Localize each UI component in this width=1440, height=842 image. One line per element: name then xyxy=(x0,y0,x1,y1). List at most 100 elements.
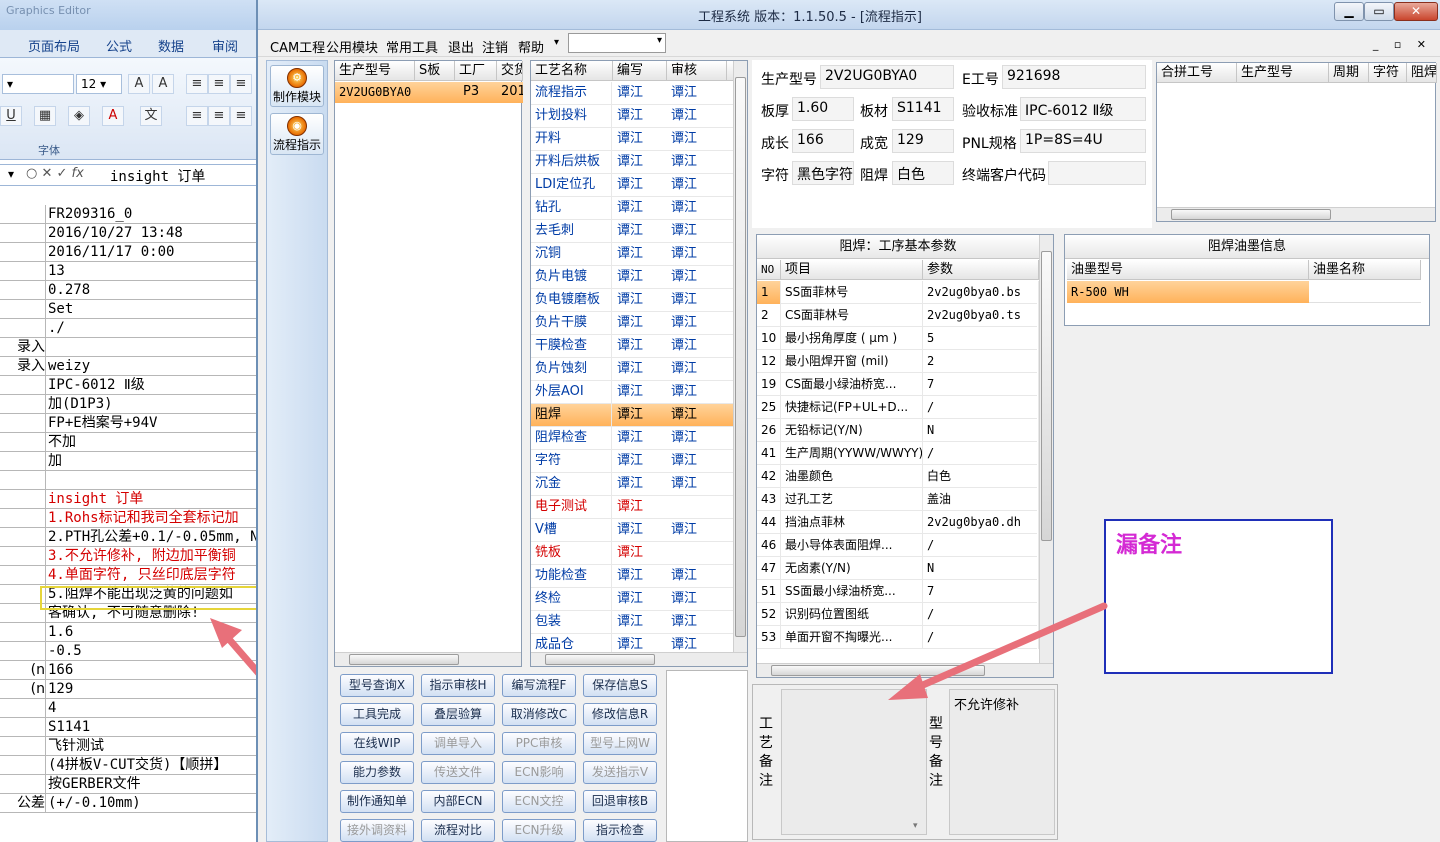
col-item[interactable]: 项目 xyxy=(781,260,923,280)
col-merge-cycle[interactable]: 周期 xyxy=(1329,63,1369,83)
process-row[interactable]: 包装 谭江 谭江 xyxy=(531,611,735,634)
param-row[interactable]: 2 CS面菲林号 2v2ug0bya0.ts xyxy=(757,304,1039,327)
align-left-icon[interactable]: ≡ xyxy=(186,74,208,94)
process-vscroll[interactable] xyxy=(733,61,747,653)
excel-tab-layout[interactable]: 页面布局 xyxy=(28,36,80,55)
len-field[interactable]: 166 xyxy=(792,129,854,153)
param-row[interactable]: 42 油墨颜色 白色 xyxy=(757,465,1039,488)
excel-cell-a[interactable] xyxy=(0,718,46,737)
col-merge-no[interactable]: 合拼工号 xyxy=(1157,63,1237,83)
excel-cell-a[interactable] xyxy=(0,414,46,433)
excel-cell-a[interactable] xyxy=(0,490,46,509)
action-button-2-3[interactable]: 型号上网W xyxy=(583,732,657,755)
excel-cell-a[interactable] xyxy=(0,547,46,566)
action-button-4-1[interactable]: 内部ECN xyxy=(421,790,495,813)
excel-cell-a[interactable] xyxy=(0,756,46,775)
excel-cell-b[interactable]: 2016/10/27 13:48 xyxy=(48,224,260,243)
name-box-dropdown-icon[interactable]: ▾ xyxy=(8,167,14,181)
action-button-1-2[interactable]: 取消修改C xyxy=(502,703,576,726)
process-row[interactable]: 钻孔 谭江 谭江 xyxy=(531,197,735,220)
excel-cell-a[interactable] xyxy=(0,566,46,585)
action-button-4-2[interactable]: ECN文控 xyxy=(502,790,576,813)
excel-cell-a[interactable]: 录入 xyxy=(0,338,46,357)
action-button-3-2[interactable]: ECN影响 xyxy=(502,761,576,784)
excel-cell-a[interactable] xyxy=(0,775,46,794)
col-s-board[interactable]: S板 xyxy=(415,61,455,81)
scroll-thumb[interactable] xyxy=(349,654,459,665)
process-row[interactable]: 外层AOI 谭江 谭江 xyxy=(531,381,735,404)
col-delivery[interactable]: 交货 xyxy=(497,61,523,81)
order-row[interactable]: 2V2UG0BYA0 P3 2016 xyxy=(335,82,523,103)
excel-cell-b[interactable] xyxy=(48,338,260,357)
close-button[interactable]: ✕ xyxy=(1394,2,1438,21)
col-writer[interactable]: 编写 xyxy=(613,61,667,81)
excel-cell-b[interactable]: 3.不允许修补, 附边加平衡铜 xyxy=(48,547,260,566)
menu-help[interactable]: 帮助 xyxy=(518,37,544,56)
menu-tools[interactable]: 常用工具 xyxy=(386,37,438,56)
col-merge-model[interactable]: 生产型号 xyxy=(1237,63,1329,83)
process-row[interactable]: 阻焊检查 谭江 谭江 xyxy=(531,427,735,450)
col-reviewer[interactable]: 审核 xyxy=(667,61,727,81)
process-row[interactable]: 终检 谭江 谭江 xyxy=(531,588,735,611)
excel-cell-b[interactable]: 4.单面字符, 只丝印底层字符 xyxy=(48,566,260,585)
mdi-controls[interactable]: _ ▫ ✕ xyxy=(1373,38,1432,51)
cust-field[interactable] xyxy=(1048,161,1146,185)
excel-cell-b[interactable]: 不加 xyxy=(48,433,260,452)
excel-cell-b[interactable]: FR209316_0 xyxy=(48,205,260,224)
scroll-thumb[interactable] xyxy=(1171,209,1331,220)
excel-cell-a[interactable] xyxy=(0,433,46,452)
excel-cell-b[interactable]: 飞针测试 xyxy=(48,737,260,756)
param-row[interactable]: 46 最小导体表面阻焊... / xyxy=(757,534,1039,557)
process-row[interactable]: 功能检查 谭江 谭江 xyxy=(531,565,735,588)
excel-cell-a[interactable] xyxy=(0,509,46,528)
process-row[interactable]: 负电镀磨板 谭江 谭江 xyxy=(531,289,735,312)
action-button-2-1[interactable]: 调单导入 xyxy=(421,732,495,755)
menu-more-icon[interactable]: ▾ xyxy=(554,37,559,48)
excel-cell-a[interactable]: n) xyxy=(0,661,46,680)
action-button-1-1[interactable]: 叠层验算 xyxy=(421,703,495,726)
process-row[interactable]: 字符 谭江 谭江 xyxy=(531,450,735,473)
maximize-button[interactable]: ▭ xyxy=(1364,2,1394,21)
param-row[interactable]: 10 最小拐角厚度 ( μm ) 5 xyxy=(757,327,1039,350)
excel-cell-a[interactable] xyxy=(0,395,46,414)
scroll-thumb[interactable] xyxy=(735,77,746,637)
excel-cell-b[interactable]: 13 xyxy=(48,262,260,281)
action-button-5-2[interactable]: ECN升级 xyxy=(502,819,576,842)
process-row[interactable]: 干膜检查 谭江 谭江 xyxy=(531,335,735,358)
action-button-0-3[interactable]: 保存信息S xyxy=(583,674,657,697)
excel-cell-a[interactable] xyxy=(0,642,46,661)
action-button-1-3[interactable]: 修改信息R xyxy=(583,703,657,726)
action-button-2-2[interactable]: PPC审核 xyxy=(502,732,576,755)
excel-cell-a[interactable] xyxy=(0,376,46,395)
excel-cell-a[interactable] xyxy=(0,243,46,262)
process-row[interactable]: 成品仓 谭江 谭江 xyxy=(531,634,735,652)
col-no[interactable]: NO xyxy=(757,260,781,280)
param-row[interactable]: 26 无铅标记(Y/N) N xyxy=(757,419,1039,442)
shrink-font-icon[interactable]: A xyxy=(152,74,174,94)
menu-cam[interactable]: CAM工程 xyxy=(270,37,325,56)
menu-combo[interactable]: ▾ xyxy=(568,33,666,53)
action-button-3-1[interactable]: 传送文件 xyxy=(421,761,495,784)
process-row[interactable]: 电子测试 谭江 xyxy=(531,496,735,519)
action-button-2-0[interactable]: 在线WIP xyxy=(340,732,414,755)
pnl-field[interactable]: 1P=8S=4U xyxy=(1020,129,1146,153)
process-row[interactable]: 开料 谭江 谭江 xyxy=(531,128,735,151)
align-center-icon[interactable]: ≡ xyxy=(208,74,230,94)
order-hscroll[interactable] xyxy=(335,652,521,666)
excel-cell-b[interactable]: 2016/11/17 0:00 xyxy=(48,243,260,262)
col-merge-char[interactable]: 字符 xyxy=(1369,63,1407,83)
process-row[interactable]: 沉金 谭江 谭江 xyxy=(531,473,735,496)
excel-cell-b[interactable]: weizy xyxy=(48,357,260,376)
justify-left-icon[interactable]: ≡ xyxy=(186,106,208,126)
process-row[interactable]: 去毛刺 谭江 谭江 xyxy=(531,220,735,243)
border-icon[interactable]: ▦ xyxy=(34,106,56,126)
excel-cell-a[interactable] xyxy=(0,452,46,471)
thick-field[interactable]: 1.60 xyxy=(792,97,854,121)
excel-cell-b[interactable]: (+/-0.10mm) xyxy=(48,794,260,813)
grow-font-icon[interactable]: A xyxy=(128,74,150,94)
col-process-name[interactable]: 工艺名称 xyxy=(531,61,613,81)
param-row[interactable]: 25 快捷标记(FP+UL+D... / xyxy=(757,396,1039,419)
excel-cell-a[interactable] xyxy=(0,699,46,718)
menu-exit[interactable]: 退出 xyxy=(448,37,474,56)
process-row[interactable]: 负片蚀刻 谭江 谭江 xyxy=(531,358,735,381)
